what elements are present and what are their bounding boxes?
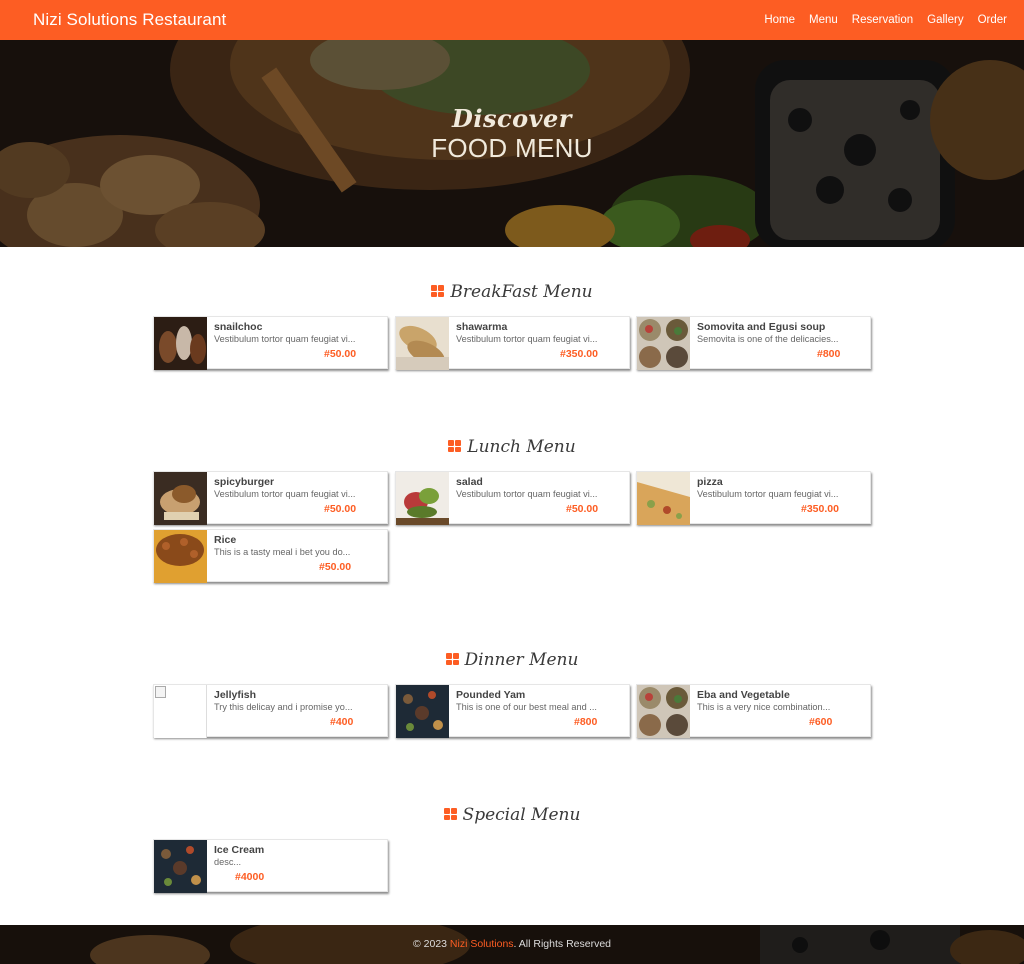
section-title-text: Dinner Menu xyxy=(464,650,579,670)
menu-item-card[interactable]: Rice This is a tasty meal i bet you do..… xyxy=(153,529,388,583)
item-price: #800 xyxy=(574,716,598,728)
item-name: Jellyfish xyxy=(214,689,257,701)
item-name: spicyburger xyxy=(214,476,275,488)
food-thumbnail xyxy=(154,685,207,738)
item-description: This is a tasty meal i bet you do... xyxy=(214,547,351,557)
breakfast-menu-heading: BreakFast Menu xyxy=(0,282,1024,302)
footer-company-link[interactable]: Nizi Solutions xyxy=(450,938,514,950)
grid-icon xyxy=(431,285,445,298)
menu-item-card[interactable]: salad Vestibulum tortor quam feugiat vi.… xyxy=(395,471,630,525)
item-price: #800 xyxy=(817,348,841,360)
item-name: Rice xyxy=(214,534,237,546)
menu-item-card[interactable]: shawarma Vestibulum tortor quam feugiat … xyxy=(395,316,630,370)
nav-links: Home Menu Reservation Gallery Order xyxy=(750,14,1007,26)
menu-item-card[interactable]: pizza Vestibulum tortor quam feugiat vi.… xyxy=(636,471,871,525)
menu-item-card[interactable]: snailchoc Vestibulum tortor quam feugiat… xyxy=(153,316,388,370)
food-thumbnail xyxy=(637,685,690,738)
menu-item-card[interactable]: spicyburger Vestibulum tortor quam feugi… xyxy=(153,471,388,525)
food-thumbnail xyxy=(396,472,449,525)
food-thumbnail xyxy=(637,472,690,525)
navbar: Nizi Solutions Restaurant Home Menu Rese… xyxy=(0,0,1024,40)
item-name: Eba and Vegetable xyxy=(697,689,790,701)
item-name: Somovita and Egusi soup xyxy=(697,321,826,333)
item-description: Vestibulum tortor quam feugiat vi... xyxy=(214,489,356,499)
item-description: This is a very nice combination... xyxy=(697,702,831,712)
food-thumbnail xyxy=(154,472,207,525)
item-description: desc... xyxy=(214,857,242,867)
hero-title: FOOD MENU xyxy=(431,133,593,163)
hero-subtitle: Discover xyxy=(452,104,572,133)
item-price: #50.00 xyxy=(324,503,357,515)
item-name: salad xyxy=(456,476,483,488)
food-thumbnail xyxy=(396,317,449,370)
nav-reservation-link[interactable]: Reservation xyxy=(852,14,913,26)
broken-image-icon xyxy=(155,686,166,698)
nav-gallery-link[interactable]: Gallery xyxy=(927,14,963,26)
footer-copyright: © 2023 Nizi Solutions. All Rights Reserv… xyxy=(0,938,1024,950)
nav-order-link[interactable]: Order xyxy=(978,14,1007,26)
dinner-menu-heading: Dinner Menu xyxy=(0,650,1024,670)
item-description: Vestibulum tortor quam feugiat vi... xyxy=(697,489,839,499)
item-price: #50.00 xyxy=(319,561,352,573)
food-thumbnail xyxy=(154,840,207,893)
menu-item-card[interactable]: Somovita and Egusi soup Semovita is one … xyxy=(636,316,871,370)
lunch-menu-heading: Lunch Menu xyxy=(0,437,1024,457)
copyright-suffix: . All Rights Reserved xyxy=(513,938,612,950)
grid-icon xyxy=(448,440,462,453)
copyright-prefix: © 2023 xyxy=(412,938,450,950)
brand-link[interactable]: Nizi Solutions Restaurant xyxy=(33,10,226,30)
nav-menu-link[interactable]: Menu xyxy=(809,14,838,26)
footer: © 2023 Nizi Solutions. All Rights Reserv… xyxy=(0,925,1024,964)
item-name: shawarma xyxy=(456,321,508,333)
nav-home-link[interactable]: Home xyxy=(764,14,795,26)
item-price: #600 xyxy=(809,716,833,728)
item-price: #400 xyxy=(330,716,354,728)
item-description: Semovita is one of the delicacies... xyxy=(697,334,839,344)
item-price: #4000 xyxy=(235,871,265,883)
item-price: #350.00 xyxy=(560,348,598,360)
item-description: Vestibulum tortor quam feugiat vi... xyxy=(456,334,598,344)
item-name: Ice Cream xyxy=(214,844,265,856)
food-thumbnail xyxy=(154,530,207,583)
special-menu-heading: Special Menu xyxy=(0,805,1024,825)
section-title-text: BreakFast Menu xyxy=(450,282,593,302)
menu-item-card[interactable]: Eba and Vegetable This is a very nice co… xyxy=(636,684,871,738)
section-title-text: Lunch Menu xyxy=(467,437,576,457)
grid-icon xyxy=(445,653,460,666)
food-thumbnail xyxy=(154,317,207,370)
grid-icon xyxy=(443,808,458,821)
item-price: #50.00 xyxy=(566,503,599,515)
item-price: #350.00 xyxy=(801,503,839,515)
item-name: snailchoc xyxy=(214,321,263,333)
item-name: Pounded Yam xyxy=(456,689,526,701)
section-title-text: Special Menu xyxy=(462,805,581,825)
item-description: This is one of our best meal and ... xyxy=(456,702,597,712)
item-description: Vestibulum tortor quam feugiat vi... xyxy=(456,489,598,499)
menu-item-card[interactable]: Pounded Yam This is one of our best meal… xyxy=(395,684,630,738)
item-description: Try this delicay and i promise yo... xyxy=(214,702,353,712)
hero-text: Discover FOOD MENU xyxy=(0,104,1024,164)
item-name: pizza xyxy=(697,476,723,488)
item-description: Vestibulum tortor quam feugiat vi... xyxy=(214,334,356,344)
menu-item-card[interactable]: Jellyfish Try this delicay and i promise… xyxy=(153,684,388,738)
hero-banner: Discover FOOD MENU xyxy=(0,40,1024,247)
food-thumbnail xyxy=(637,317,690,370)
food-thumbnail xyxy=(396,685,449,738)
menu-item-card[interactable]: Ice Cream desc... #4000 xyxy=(153,839,388,893)
item-price: #50.00 xyxy=(324,348,357,360)
